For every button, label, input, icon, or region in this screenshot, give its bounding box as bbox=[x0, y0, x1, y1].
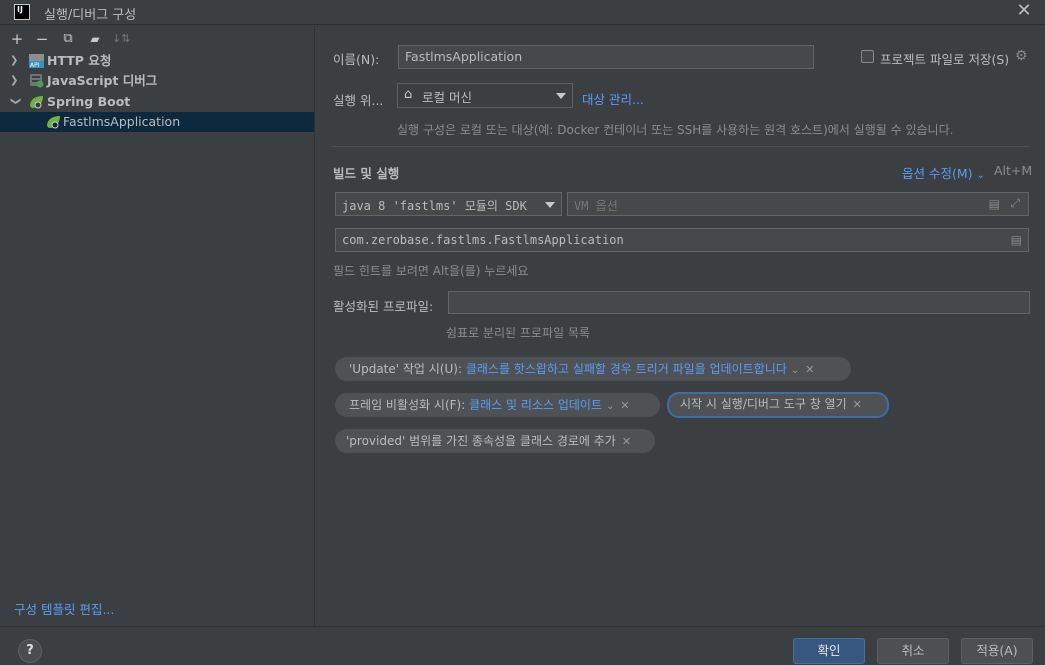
modify-options-label: 옵션 수정(M) bbox=[902, 166, 973, 181]
chevron-down-icon[interactable]: ⌄ bbox=[606, 401, 614, 412]
browse-class-icon[interactable]: ▤ bbox=[1011, 233, 1022, 247]
chip-prefix: 프레임 비활성화 시(F): bbox=[349, 398, 466, 412]
active-profiles-input[interactable] bbox=[448, 291, 1030, 314]
copy-icon[interactable]: ⧉ bbox=[59, 30, 77, 48]
tree-item-label: JavaScript 디버그 bbox=[47, 73, 158, 88]
active-profiles-label: 활성화된 프로파일: bbox=[333, 299, 434, 314]
configurations-panel: + − ⧉ ▰ ↓⇅ ❯ API HTTP 요청 ❯ JavaScript 디버… bbox=[0, 26, 315, 626]
name-label: 이름(N): bbox=[333, 52, 380, 67]
svg-text:API: API bbox=[30, 62, 40, 68]
store-as-file-label: 프로젝트 파일로 저장(S) bbox=[880, 52, 1010, 67]
edit-templates-link[interactable]: 구성 템플릿 편집... bbox=[14, 599, 114, 618]
tree-item-fastlms-application[interactable]: FastlmsApplication bbox=[0, 112, 314, 132]
chevron-right-icon[interactable]: ❯ bbox=[10, 71, 20, 91]
javascript-debug-icon bbox=[29, 74, 44, 88]
window-title: 실행/디버그 구성 bbox=[44, 8, 137, 23]
close-icon[interactable]: ✕ bbox=[1014, 1, 1034, 21]
name-value: FastlmsApplication bbox=[405, 49, 523, 64]
sdk-select[interactable]: java 8 'fastlms' 모듈의 SDK bbox=[335, 192, 562, 216]
run-on-hint: 실행 구성은 로컬 또는 대상(예: Docker 컨테이너 또는 SSH를 사… bbox=[397, 123, 954, 137]
intellij-logo-icon: IJ bbox=[14, 4, 30, 20]
apply-button[interactable]: 적용(A) bbox=[961, 638, 1033, 664]
run-on-value: 로컬 머신 bbox=[422, 90, 472, 105]
dialog-footer: ? 확인 취소 적용(A) bbox=[0, 626, 1045, 665]
spring-boot-icon bbox=[29, 95, 44, 109]
add-icon[interactable]: + bbox=[8, 30, 26, 48]
main-class-input[interactable]: com.zerobase.fastlms.FastlmsApplication … bbox=[335, 228, 1029, 252]
chip-prefix: 'Update' 작업 시(U): bbox=[349, 362, 462, 376]
help-button[interactable]: ? bbox=[18, 639, 42, 663]
chip-prefix: 'provided' 범위를 가진 종속성을 클래스 경로에 추가 bbox=[346, 434, 616, 448]
chevron-down-icon: ⌄ bbox=[976, 170, 985, 181]
vm-options-input[interactable]: VM 옵션 ▤ ⤢ bbox=[567, 192, 1029, 216]
store-as-file-checkbox[interactable] bbox=[861, 50, 874, 63]
frame-deactivation-chip[interactable]: 프레임 비활성화 시(F): 클래스 및 리소스 업데이트 ⌄ ✕ bbox=[335, 393, 660, 417]
sort-icon[interactable]: ↓⇅ bbox=[112, 30, 130, 48]
title-bar: IJ 실행/디버그 구성 ✕ bbox=[0, 0, 1045, 25]
remove-chip-icon[interactable]: ✕ bbox=[622, 435, 631, 448]
tree-item-label: HTTP 요청 bbox=[47, 53, 112, 68]
update-action-link[interactable]: 클래스를 핫스왑하고 실패할 경우 트리거 파일을 업데이트합니다 bbox=[466, 362, 787, 376]
field-hint: 필드 힌트를 보려면 Alt을(를) 누르세요 bbox=[333, 264, 529, 278]
open-tool-window-chip[interactable]: 시작 시 실행/디버그 도구 창 열기 ✕ bbox=[667, 392, 889, 418]
tree-item-label: FastlmsApplication bbox=[63, 114, 181, 129]
chevron-down-icon[interactable]: ❯ bbox=[5, 97, 25, 107]
chip-prefix: 시작 시 실행/디버그 도구 창 열기 bbox=[680, 397, 847, 411]
main-class-value: com.zerobase.fastlms.FastlmsApplication bbox=[342, 233, 624, 247]
home-icon: ⌂ bbox=[404, 87, 413, 102]
active-profiles-hint: 쉼표로 분리된 프로파일 목록 bbox=[446, 326, 590, 340]
cancel-button[interactable]: 취소 bbox=[877, 638, 949, 664]
configuration-form: 이름(N): FastlmsApplication 프로젝트 파일로 저장(S)… bbox=[316, 26, 1045, 626]
vm-options-placeholder: VM 옵션 bbox=[574, 199, 618, 213]
modify-options-link[interactable]: 옵션 수정(M) ⌄ bbox=[902, 163, 985, 182]
sdk-value: java 8 'fastlms' 모듈의 SDK bbox=[342, 199, 527, 213]
tree-item-javascript-debug[interactable]: ❯ JavaScript 디버그 bbox=[0, 71, 314, 91]
tree-item-http-request[interactable]: ❯ API HTTP 요청 bbox=[0, 51, 314, 71]
build-run-title: 빌드 및 실행 bbox=[333, 166, 400, 181]
run-on-select[interactable]: ⌂ 로컬 머신 bbox=[397, 83, 573, 108]
api-icon: API bbox=[29, 54, 44, 69]
ok-button[interactable]: 확인 bbox=[793, 638, 865, 664]
chevron-down-icon[interactable]: ⌄ bbox=[791, 365, 799, 376]
provided-scope-chip[interactable]: 'provided' 범위를 가진 종속성을 클래스 경로에 추가 ✕ bbox=[335, 429, 655, 453]
divider bbox=[332, 146, 1029, 147]
folder-icon[interactable]: ▰ bbox=[86, 30, 104, 48]
maximize-icon[interactable]: ⤢ bbox=[1010, 196, 1020, 211]
remove-chip-icon[interactable]: ✕ bbox=[805, 363, 814, 376]
dropdown-arrow-icon bbox=[556, 93, 566, 99]
chevron-right-icon[interactable]: ❯ bbox=[10, 51, 20, 71]
expand-text-icon[interactable]: ▤ bbox=[989, 197, 1000, 211]
remove-chip-icon[interactable]: ✕ bbox=[620, 399, 629, 412]
gear-icon[interactable]: ⚙ bbox=[1015, 48, 1028, 64]
remove-chip-icon[interactable]: ✕ bbox=[853, 398, 862, 411]
name-input[interactable]: FastlmsApplication bbox=[398, 45, 814, 69]
modify-options-shortcut: Alt+M bbox=[994, 163, 1033, 178]
frame-deactivation-link[interactable]: 클래스 및 리소스 업데이트 bbox=[469, 398, 602, 412]
spring-boot-app-icon bbox=[46, 115, 61, 129]
tree-item-spring-boot[interactable]: ❯ Spring Boot bbox=[0, 92, 314, 112]
dropdown-arrow-icon bbox=[545, 202, 555, 208]
remove-icon[interactable]: − bbox=[33, 30, 51, 48]
update-action-chip[interactable]: 'Update' 작업 시(U): 클래스를 핫스왑하고 실패할 경우 트리거 … bbox=[335, 357, 851, 381]
tree-item-label: Spring Boot bbox=[47, 94, 131, 109]
manage-targets-link[interactable]: 대상 관리... bbox=[582, 89, 644, 108]
run-on-label: 실행 위... bbox=[333, 93, 384, 108]
